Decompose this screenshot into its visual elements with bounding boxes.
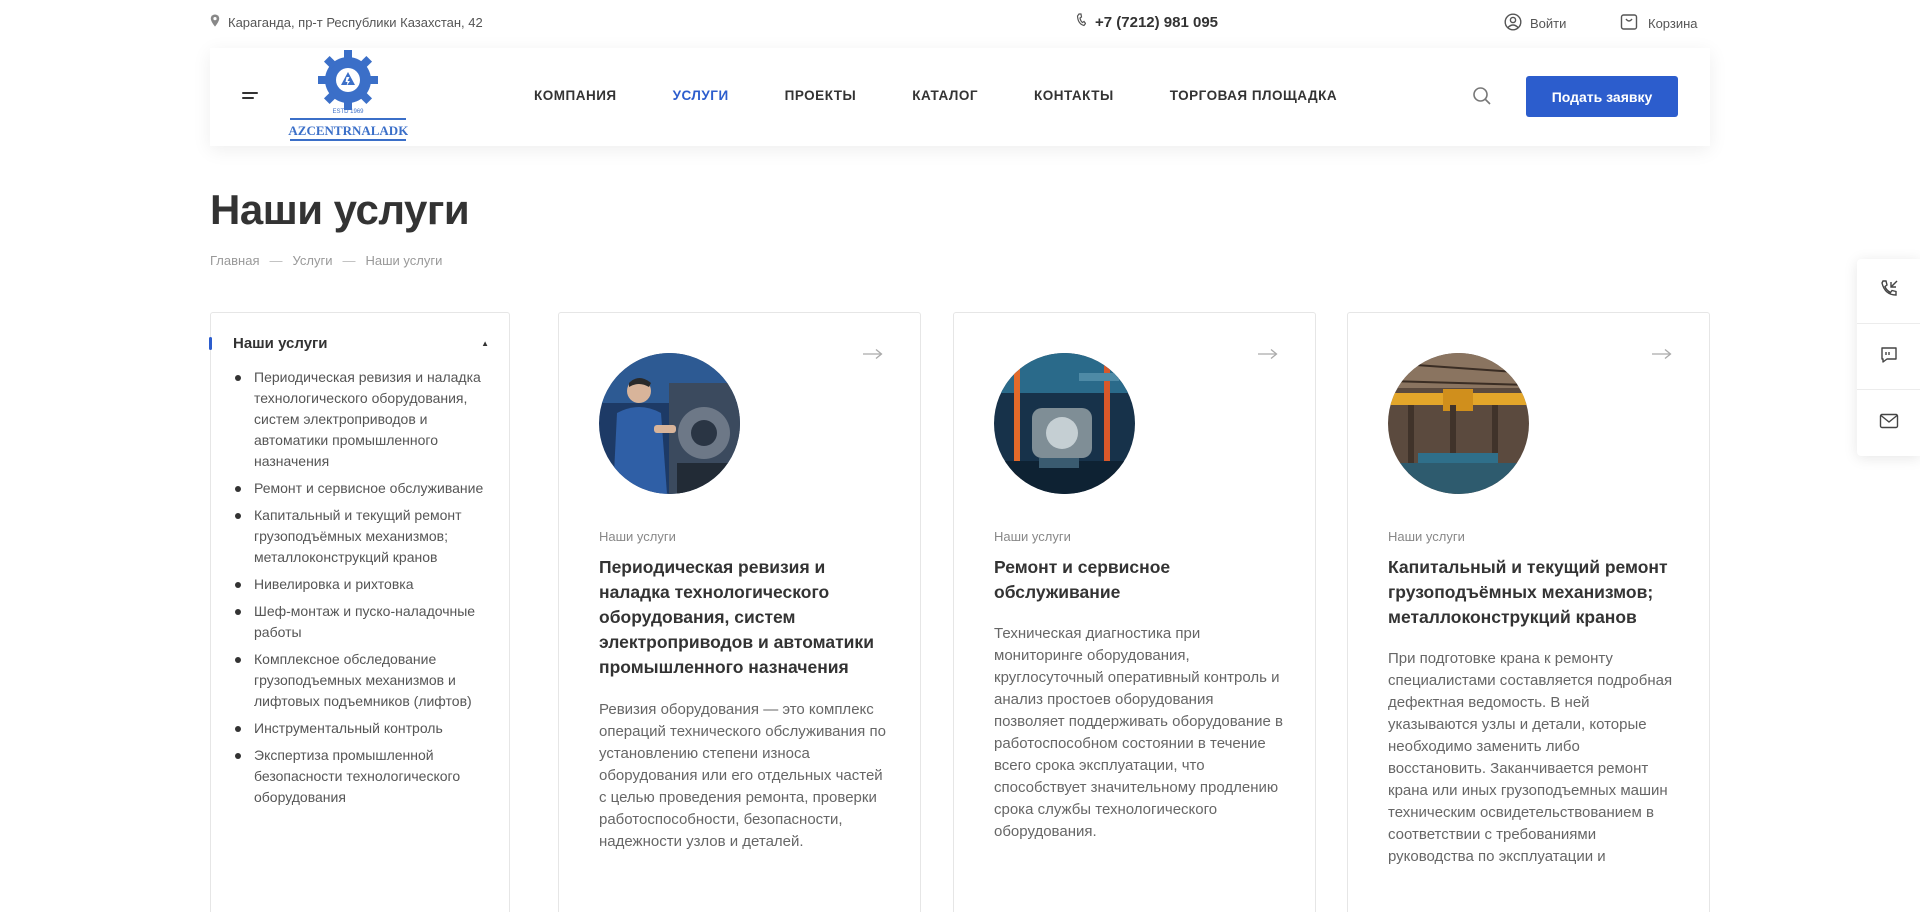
breadcrumb-separator: — xyxy=(269,253,283,268)
phone-number[interactable]: +7 (7212) 981 095 xyxy=(1095,14,1218,31)
card-category: Наши услуги xyxy=(599,529,676,544)
sidebar-item[interactable]: Инструментальный контроль xyxy=(233,718,495,739)
nav-company[interactable]: КОМПАНИЯ xyxy=(534,88,617,103)
nav-marketplace[interactable]: ТОРГОВАЯ ПЛОЩАДКА xyxy=(1170,88,1337,103)
shopping-bag-icon xyxy=(1620,13,1638,34)
bullet xyxy=(235,582,241,588)
main-nav: КОМПАНИЯ УСЛУГИ ПРОЕКТЫ КАТАЛОГ КОНТАКТЫ… xyxy=(534,88,1337,103)
chat-bubble-icon xyxy=(1879,345,1899,370)
sidebar-item[interactable]: Капитальный и текущий ремонт грузоподъём… xyxy=(233,505,495,568)
service-photo-crane xyxy=(1388,353,1529,494)
main-header: ESTD 1969 KAZCENTRNALADKA КОМПАНИЯ УСЛУГ… xyxy=(210,48,1710,146)
chat-button[interactable] xyxy=(1857,325,1920,390)
location-pin-icon xyxy=(210,14,220,30)
address: Караганда, пр-т Республики Казахстан, 42 xyxy=(210,14,483,30)
nav-catalog[interactable]: КАТАЛОГ xyxy=(912,88,978,103)
callback-button[interactable] xyxy=(1857,259,1920,324)
sidebar-item[interactable]: Нивелировка и рихтовка xyxy=(233,574,495,595)
service-photo-technician xyxy=(599,353,740,494)
contact-widget xyxy=(1857,259,1920,456)
breadcrumb-separator: — xyxy=(342,253,356,268)
nav-services[interactable]: УСЛУГИ xyxy=(673,88,729,103)
phone[interactable]: +7 (7212) 981 095 xyxy=(1076,13,1218,31)
bullet xyxy=(235,609,241,615)
page-title: Наши услуги xyxy=(210,186,470,233)
nav-contacts[interactable]: КОНТАКТЫ xyxy=(1034,88,1114,103)
services-sidebar: Наши услуги ▲ Периодическая ревизия и на… xyxy=(209,312,510,912)
bullet xyxy=(235,726,241,732)
service-card[interactable]: Наши услуги Капитальный и текущий ремонт… xyxy=(1347,312,1710,912)
bullet xyxy=(235,375,241,381)
cart-link[interactable]: Корзина xyxy=(1620,13,1698,34)
top-bar: Караганда, пр-т Республики Казахстан, 42… xyxy=(0,0,1920,46)
burger-menu-icon[interactable] xyxy=(242,92,258,104)
nav-projects[interactable]: ПРОЕКТЫ xyxy=(785,88,857,103)
address-text: Караганда, пр-т Республики Казахстан, 42 xyxy=(228,14,483,30)
breadcrumb-services[interactable]: Услуги xyxy=(292,253,332,268)
submit-request-button[interactable]: Подать заявку xyxy=(1526,76,1678,117)
sidebar-item[interactable]: Периодическая ревизия и наладка технолог… xyxy=(233,367,495,472)
service-photo-equipment xyxy=(994,353,1135,494)
sidebar-list: Периодическая ревизия и наладка технолог… xyxy=(233,367,495,814)
sidebar-section-toggle[interactable]: Наши услуги ▲ xyxy=(233,335,489,352)
user-icon xyxy=(1504,13,1522,34)
active-marker xyxy=(209,337,212,350)
email-button[interactable] xyxy=(1857,391,1920,456)
breadcrumb: Главная — Услуги — Наши услуги xyxy=(210,253,442,268)
company-logo[interactable]: ESTD 1969 KAZCENTRNALADKA xyxy=(278,50,418,144)
svg-text:KAZCENTRNALADKA: KAZCENTRNALADKA xyxy=(288,123,408,138)
breadcrumb-current: Наши услуги xyxy=(365,253,443,268)
sidebar-item[interactable]: Экспертиза промышленной безопасности тех… xyxy=(233,745,495,808)
card-description: При подготовке крана к ремонту специалис… xyxy=(1388,650,1673,865)
card-title[interactable]: Капитальный и текущий ремонт грузоподъём… xyxy=(1388,555,1678,630)
sidebar-item[interactable]: Комплексное обследование грузоподъемных … xyxy=(233,649,495,712)
card-category: Наши услуги xyxy=(1388,529,1465,544)
cart-label[interactable]: Корзина xyxy=(1648,16,1698,31)
login-label[interactable]: Войти xyxy=(1530,16,1566,31)
search-icon[interactable] xyxy=(1472,86,1492,111)
bullet xyxy=(235,486,241,492)
card-title[interactable]: Периодическая ревизия и наладка технолог… xyxy=(599,555,889,680)
mail-icon xyxy=(1879,413,1899,434)
login-link[interactable]: Войти xyxy=(1504,13,1566,34)
service-card[interactable]: Наши услуги Ремонт и сервисное обслужива… xyxy=(953,312,1316,912)
phone-icon xyxy=(1076,13,1087,31)
callback-phone-icon xyxy=(1879,279,1899,304)
chevron-up-icon[interactable]: ▲ xyxy=(481,339,489,348)
svg-text:ESTD 1969: ESTD 1969 xyxy=(332,109,364,115)
card-description: Техническая диагностика при мониторинге … xyxy=(994,625,1283,840)
service-card[interactable]: Наши услуги Периодическая ревизия и нала… xyxy=(558,312,921,912)
sidebar-item[interactable]: Ремонт и сервисное обслуживание xyxy=(233,478,495,499)
arrow-right-icon[interactable] xyxy=(863,347,883,365)
bullet xyxy=(235,753,241,759)
sidebar-item[interactable]: Шеф-монтаж и пуско-наладочные работы xyxy=(233,601,495,643)
breadcrumb-home[interactable]: Главная xyxy=(210,253,259,268)
card-description: Ревизия оборудования — это комплекс опер… xyxy=(599,701,886,850)
card-title[interactable]: Ремонт и сервисное обслуживание xyxy=(994,555,1284,605)
bullet xyxy=(235,513,241,519)
card-category: Наши услуги xyxy=(994,529,1071,544)
bullet xyxy=(235,657,241,663)
sidebar-title: Наши услуги xyxy=(233,335,328,352)
arrow-right-icon[interactable] xyxy=(1652,347,1672,365)
arrow-right-icon[interactable] xyxy=(1258,347,1278,365)
